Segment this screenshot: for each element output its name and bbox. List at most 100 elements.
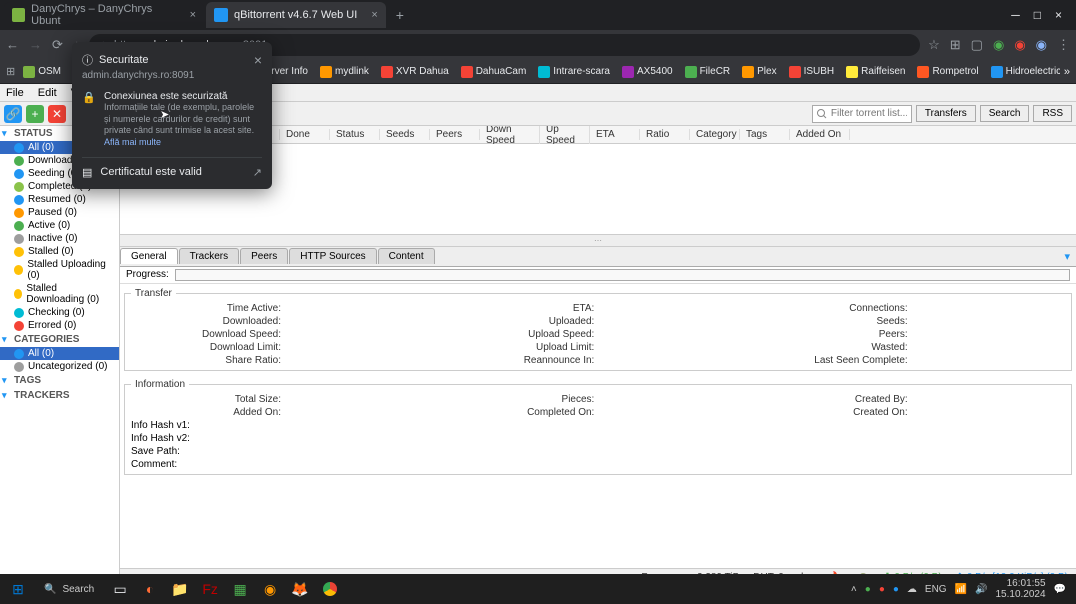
explorer-icon[interactable]: 📁 xyxy=(166,576,194,602)
profile-icon[interactable]: ◉ xyxy=(1036,37,1047,53)
menu-icon[interactable]: ⋮ xyxy=(1057,37,1070,53)
field-label: Download Speed: xyxy=(131,329,281,340)
column-header[interactable]: Seeds xyxy=(380,129,430,140)
bookmark-item[interactable]: DahuaCam xyxy=(457,64,531,80)
sidebar-status-item[interactable]: Resumed (0) xyxy=(0,193,119,206)
column-header[interactable]: Added On xyxy=(790,129,850,140)
column-header[interactable]: Category xyxy=(690,129,740,140)
add-file-button[interactable]: + xyxy=(26,105,44,123)
delete-button[interactable]: ✕ xyxy=(48,105,66,123)
tab-rss[interactable]: RSS xyxy=(1033,105,1072,122)
sidebar-category-item[interactable]: Uncategorized (0) xyxy=(0,360,119,373)
extension-2-icon[interactable]: ◉ xyxy=(1014,37,1025,53)
column-header[interactable]: Down Speed xyxy=(480,126,540,146)
column-header[interactable]: Peers xyxy=(430,129,480,140)
external-link-icon[interactable]: ↗ xyxy=(253,166,262,179)
close-icon[interactable]: × xyxy=(254,52,262,68)
forward-icon[interactable]: → xyxy=(29,37,42,53)
app2-icon[interactable]: ◉ xyxy=(256,576,284,602)
bookmark-item[interactable]: OSM xyxy=(19,64,65,80)
column-header[interactable]: Up Speed xyxy=(540,126,590,146)
cert-label[interactable]: Certificatul este valid xyxy=(100,166,202,178)
dtab-peers[interactable]: Peers xyxy=(240,248,288,264)
column-header[interactable]: ETA xyxy=(590,129,640,140)
app-icon[interactable]: ▦ xyxy=(226,576,254,602)
task-view-icon[interactable]: ▭ xyxy=(106,576,134,602)
sidebar-status-item[interactable]: Stalled (0) xyxy=(0,245,119,258)
tab-transfers[interactable]: Transfers xyxy=(916,105,976,122)
menu-edit[interactable]: Edit xyxy=(38,87,57,99)
bookmark-item[interactable]: mydlink xyxy=(316,64,373,80)
tray-app2-icon[interactable]: ● xyxy=(879,584,885,595)
collapse-details-icon[interactable]: ▾ xyxy=(1058,250,1076,263)
firefox-icon[interactable]: 🦊 xyxy=(286,576,314,602)
tray-volume-icon[interactable]: 🔊 xyxy=(975,584,987,595)
tray-app-icon[interactable]: ● xyxy=(865,584,871,595)
chrome-icon[interactable] xyxy=(316,576,344,602)
bookmark-item[interactable]: Raiffeisen xyxy=(842,64,909,80)
tray-clock[interactable]: 16:01:55 15.10.2024 xyxy=(995,578,1045,600)
tray-chevron-icon[interactable]: ˄ xyxy=(851,584,857,595)
bookmark-item[interactable]: AX5400 xyxy=(618,64,677,80)
section-trackers[interactable]: TRACKERS xyxy=(0,388,119,403)
sidebar-status-item[interactable]: Active (0) xyxy=(0,219,119,232)
extension-1-icon[interactable]: ◉ xyxy=(993,37,1004,53)
bookmark-item[interactable]: FileCR xyxy=(681,64,735,80)
bookmark-item[interactable]: ISUBH xyxy=(785,64,839,80)
browser-tab-0[interactable]: DanyChrys – DanyChrys Ubunt × xyxy=(4,2,204,28)
minimize-icon[interactable]: ─ xyxy=(1011,8,1020,22)
cast-icon[interactable]: ▢ xyxy=(971,37,983,53)
taskbar-search[interactable]: 🔍 Search xyxy=(34,577,104,601)
extensions-icon[interactable]: ⊞ xyxy=(950,37,961,53)
start-button[interactable]: ⊞ xyxy=(4,576,32,602)
bookmark-item[interactable]: Plex xyxy=(738,64,780,80)
filter-input[interactable] xyxy=(812,105,912,123)
field-label: Wasted: xyxy=(758,342,908,353)
maximize-icon[interactable]: □ xyxy=(1034,8,1041,22)
column-header[interactable]: Tags xyxy=(740,129,790,140)
copilot-icon[interactable]: ◐ xyxy=(136,576,164,602)
bookmark-item[interactable]: Hidroelectrica xyxy=(987,64,1060,80)
apps-icon[interactable]: ⊞ xyxy=(6,65,15,78)
bookmark-item[interactable]: Intrare-scara xyxy=(534,64,614,80)
sidebar-category-item[interactable]: All (0) xyxy=(0,347,119,360)
sidebar-status-item[interactable]: Errored (0) xyxy=(0,319,119,332)
browser-tab-1[interactable]: qBittorrent v4.6.7 Web UI × xyxy=(206,2,386,28)
close-icon[interactable]: × xyxy=(190,9,196,21)
close-window-icon[interactable]: × xyxy=(1055,8,1062,22)
dtab-http[interactable]: HTTP Sources xyxy=(289,248,376,264)
bookmark-item[interactable]: XVR Dahua xyxy=(377,64,453,80)
filezilla-icon[interactable]: Fz xyxy=(196,576,224,602)
column-header[interactable]: Ratio xyxy=(640,129,690,140)
bookmarks-overflow[interactable]: » xyxy=(1064,66,1070,78)
sidebar-status-item[interactable]: Paused (0) xyxy=(0,206,119,219)
learn-more-link[interactable]: Află mai multe xyxy=(104,137,161,147)
add-url-button[interactable]: 🔗 xyxy=(4,105,22,123)
dtab-trackers[interactable]: Trackers xyxy=(179,248,240,264)
bookmark-item[interactable]: Rompetrol xyxy=(913,64,982,80)
dtab-content[interactable]: Content xyxy=(378,248,435,264)
section-tags[interactable]: TAGS xyxy=(0,373,119,388)
close-icon[interactable]: × xyxy=(371,9,377,21)
notifications-icon[interactable]: 💬 xyxy=(1054,584,1066,595)
tray-app3-icon[interactable]: ● xyxy=(893,584,899,595)
tab-search[interactable]: Search xyxy=(980,105,1030,122)
tray-wifi-icon[interactable]: 📶 xyxy=(955,584,967,595)
section-categories[interactable]: CATEGORIES xyxy=(0,332,119,347)
column-header[interactable]: Done xyxy=(280,129,330,140)
dtab-general[interactable]: General xyxy=(120,248,178,264)
reload-icon[interactable]: ⟳ xyxy=(52,37,63,53)
field-value xyxy=(600,329,751,340)
splitter[interactable]: ⋯ xyxy=(120,234,1076,247)
tray-lang[interactable]: ENG xyxy=(925,584,947,595)
tray-cloud-icon[interactable]: ☁ xyxy=(907,584,917,595)
column-header[interactable]: Status xyxy=(330,129,380,140)
sidebar-status-item[interactable]: Checking (0) xyxy=(0,306,119,319)
sidebar-status-item[interactable]: Inactive (0) xyxy=(0,232,119,245)
menu-file[interactable]: File xyxy=(6,87,24,99)
back-icon[interactable]: ← xyxy=(6,37,19,53)
sidebar-status-item[interactable]: Stalled Downloading (0) xyxy=(0,282,119,306)
sidebar-status-item[interactable]: Stalled Uploading (0) xyxy=(0,258,119,282)
bookmark-star-icon[interactable]: ☆ xyxy=(928,37,940,53)
new-tab-button[interactable]: + xyxy=(388,7,412,23)
